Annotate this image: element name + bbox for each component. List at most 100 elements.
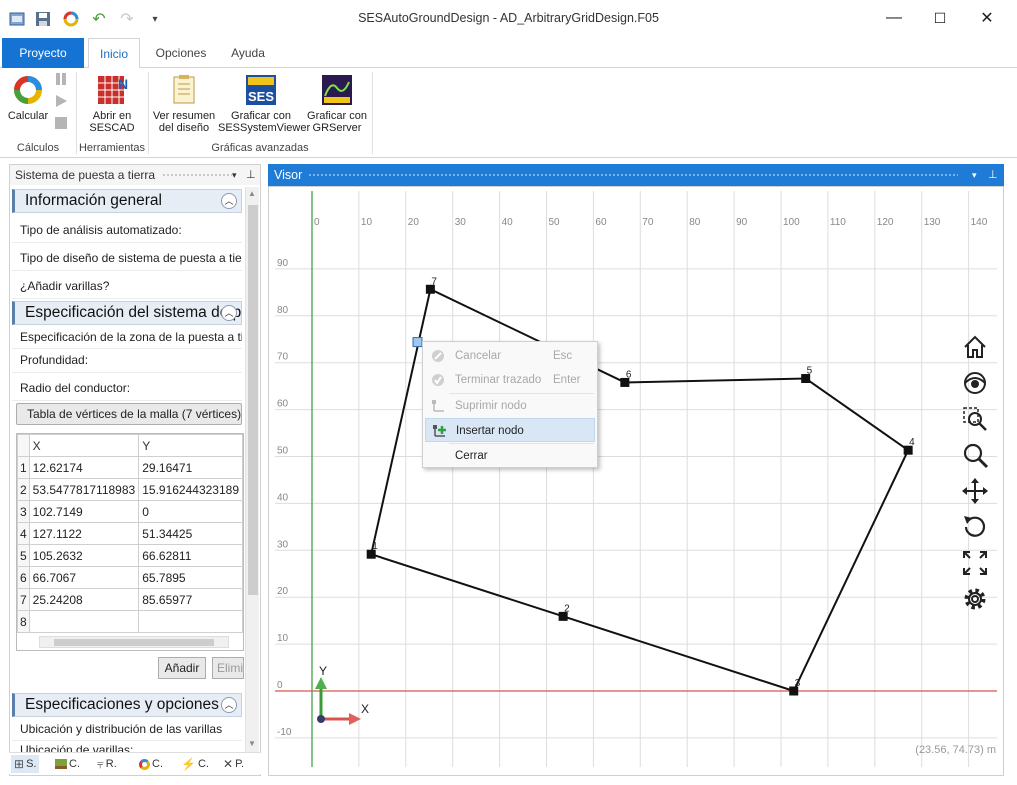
grid-plot[interactable]: 0 10 20 30 40 50 60 70 80 90 100 110 120 130 140908070… — [275, 191, 997, 767]
cell-x[interactable]: 127.1122 — [28, 522, 140, 545]
viewer-grip[interactable] — [308, 173, 958, 177]
bottom-tab-tower[interactable]: ⫧ R. — [97, 755, 117, 773]
section-options[interactable]: Especificaciones y opciones ︿ — [12, 693, 242, 717]
cell-x[interactable]: 102.7149 — [28, 500, 140, 523]
table-row[interactable]: 5 105.2632 66.62811 — [17, 544, 243, 567]
cell-y[interactable]: 65.7895 — [138, 566, 243, 589]
section-general[interactable]: Información general ︿ — [12, 189, 242, 213]
cell-y[interactable]: 15.916244323189 — [138, 478, 243, 501]
redo-icon[interactable]: ↷ — [118, 10, 136, 28]
scroll-down-icon[interactable]: ▼ — [248, 739, 256, 748]
scroll-up-icon[interactable]: ▲ — [248, 189, 256, 198]
x-tick-label: 120 — [877, 217, 894, 228]
section-spec[interactable]: Especificación del sistema de puesta a t… — [12, 301, 242, 325]
calculate-quick-icon[interactable] — [62, 10, 80, 28]
table-row[interactable]: 2 53.5477817118983 15.916244323189 — [17, 478, 243, 501]
cell-y[interactable]: 0 — [138, 500, 243, 523]
coordinate-readout: (23.56, 74.73) m — [915, 744, 996, 756]
bottom-tab-fault[interactable]: ⚡ C. — [181, 755, 209, 773]
minimize-button[interactable]: — — [871, 0, 917, 36]
row-number: 3 — [17, 500, 30, 523]
pin-icon[interactable]: ⊥ — [988, 164, 998, 186]
collapse-icon[interactable]: ︿ — [221, 697, 237, 713]
menu-item-terminar-trazado[interactable]: Terminar trazado Enter — [425, 368, 595, 392]
settings-gear-icon[interactable] — [961, 585, 991, 615]
add-row-button[interactable]: Añadir — [158, 657, 206, 679]
cell-x[interactable]: 53.5477817118983 — [28, 478, 140, 501]
stop-icon[interactable] — [54, 116, 68, 130]
bottom-tab-soil[interactable]: C. — [55, 755, 80, 773]
cell-y[interactable]: 85.65977 — [138, 588, 243, 611]
menu-item-insertar-nodo[interactable]: Insertar nodo — [425, 418, 595, 442]
group-graficas: Gráficas avanzadas — [211, 142, 309, 154]
play-icon[interactable] — [54, 94, 68, 108]
save-icon[interactable] — [34, 10, 52, 28]
tab-opciones[interactable]: Opciones — [150, 38, 212, 68]
scrollbar-thumb[interactable] — [54, 639, 214, 646]
abrir-label-2: SESCAD — [89, 122, 135, 134]
tab-ayuda[interactable]: Ayuda — [222, 38, 274, 68]
menu-item-cancelar[interactable]: Cancelar Esc — [425, 344, 595, 368]
bottom-tab-system[interactable]: ⊞ S. — [11, 755, 40, 773]
tab-proyecto[interactable]: Proyecto — [2, 38, 84, 68]
panel-menu-icon[interactable]: ▾ — [232, 165, 237, 185]
ver-resumen-button[interactable]: Ver resumen del diseño — [152, 74, 216, 134]
bottom-tab-params[interactable]: ✕ P. — [223, 755, 244, 773]
cell-y[interactable]: 66.62811 — [138, 544, 243, 567]
close-button[interactable]: ✕ — [964, 0, 1010, 36]
rotate-icon[interactable] — [961, 513, 991, 543]
viewer-canvas-area[interactable]: 0 10 20 30 40 50 60 70 80 90 100 110 120 130 140 90 80 70… — [268, 186, 1004, 776]
undo-icon[interactable]: ↶ — [90, 10, 108, 28]
scrollbar-thumb[interactable] — [248, 205, 258, 595]
sessystemviewer-button[interactable]: SES Graficar con SESSystemViewer — [218, 74, 310, 134]
cell-x[interactable]: 66.7067 — [28, 566, 140, 589]
cell-y[interactable] — [138, 610, 243, 633]
menu-item-suprimir-nodo[interactable]: Suprimir nodo — [425, 394, 595, 418]
tab-inicio[interactable]: Inicio — [88, 38, 140, 69]
bottom-tab-calc[interactable]: C. — [139, 755, 163, 773]
collapse-icon[interactable]: ︿ — [221, 305, 237, 321]
table-row[interactable]: 8 — [17, 610, 243, 633]
customize-toolbar-icon[interactable]: ▾ — [146, 10, 164, 28]
table-row[interactable]: 7 25.24208 85.65977 — [17, 588, 243, 611]
column-header-x[interactable]: X — [28, 434, 140, 457]
column-header-y[interactable]: Y — [138, 434, 243, 457]
zoom-icon[interactable] — [961, 441, 991, 471]
table-row[interactable]: 3 102.7149 0 — [17, 500, 243, 523]
calcular-button[interactable]: Calcular — [6, 74, 50, 122]
menu-label: Cerrar — [455, 450, 488, 462]
y-tick-label: 40 — [277, 492, 289, 503]
ribbon-separator — [76, 72, 77, 154]
viewer-menu-icon[interactable]: ▾ — [972, 164, 977, 186]
maximize-button[interactable]: ☐ — [917, 0, 963, 36]
vertex-table-expander[interactable]: Tabla de vértices de la malla (7 vértice… — [16, 403, 242, 425]
selected-point-marker[interactable] — [412, 337, 423, 348]
view-icon[interactable] — [961, 369, 991, 399]
row-analysis-type: Tipo de análisis automatizado: — [12, 217, 242, 243]
cell-x[interactable] — [28, 610, 140, 633]
grserver-button[interactable]: Graficar con GRServer — [306, 74, 368, 134]
ribbon-tabs: Proyecto Inicio Opciones Ayuda — [0, 38, 1017, 69]
panel-grip[interactable] — [162, 173, 232, 177]
pause-icon[interactable] — [54, 72, 68, 86]
table-row[interactable]: 1 12.62174 29.16471 — [17, 456, 243, 479]
delete-row-button[interactable]: Eliminar — [212, 657, 244, 679]
x-tick-label: 130 — [924, 217, 941, 228]
cell-x[interactable]: 25.24208 — [28, 588, 140, 611]
cell-x[interactable]: 105.2632 — [28, 544, 140, 567]
pan-icon[interactable] — [961, 477, 991, 507]
cell-y[interactable]: 29.16471 — [138, 456, 243, 479]
abrir-sescad-button[interactable]: N Abrir en SESCAD — [82, 74, 142, 134]
menu-item-cerrar[interactable]: Cerrar — [425, 444, 595, 468]
pin-icon[interactable]: ⊥ — [246, 165, 256, 185]
table-row[interactable]: 6 66.7067 65.7895 — [17, 566, 243, 589]
zoom-window-icon[interactable] — [961, 405, 991, 435]
panel-vertical-scrollbar[interactable]: ▲ ▼ — [245, 187, 259, 752]
table-row[interactable]: 4 127.1122 51.34425 — [17, 522, 243, 545]
cell-x[interactable]: 12.62174 — [28, 456, 140, 479]
cell-y[interactable]: 51.34425 — [138, 522, 243, 545]
fit-extents-icon[interactable] — [961, 549, 991, 579]
collapse-icon[interactable]: ︿ — [221, 193, 237, 209]
table-horizontal-scrollbar[interactable] — [39, 636, 229, 648]
home-icon[interactable] — [961, 333, 991, 363]
